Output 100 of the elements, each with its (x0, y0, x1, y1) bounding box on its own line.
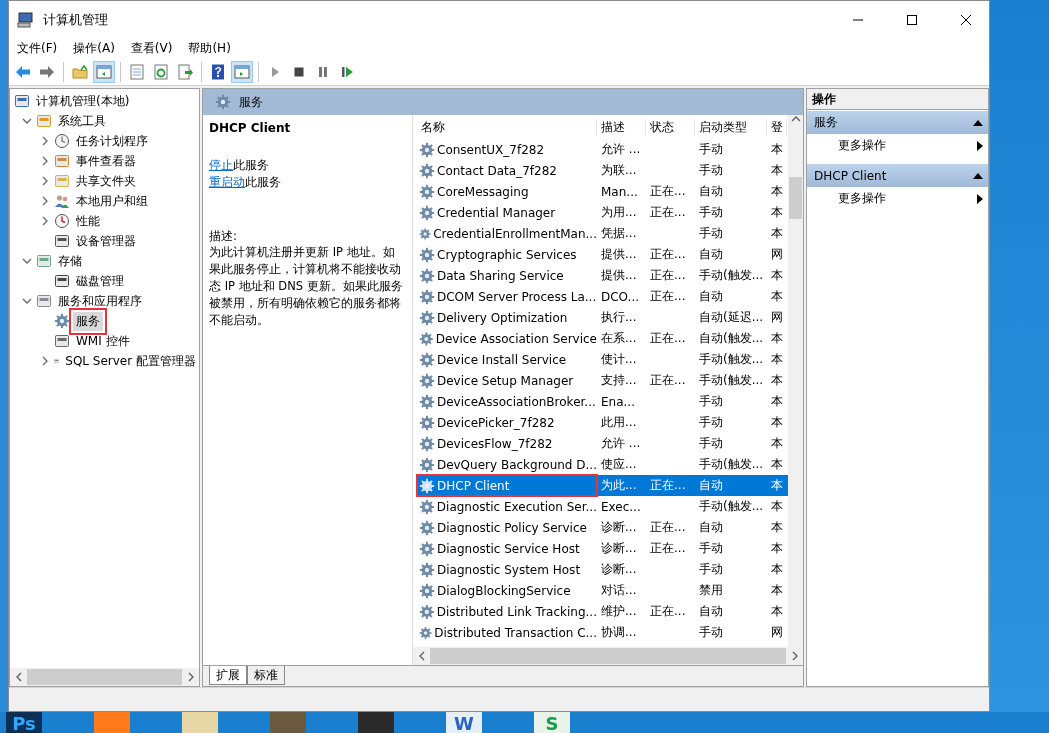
service-action-link[interactable]: 停止 (209, 158, 233, 172)
service-row[interactable]: Diagnostic System Host 诊断... 手动 本 (417, 559, 788, 580)
table-cell: 手动 (699, 394, 723, 408)
gauge-icon (54, 213, 70, 229)
tree-item[interactable]: 设备管理器 (73, 231, 139, 251)
service-row[interactable]: Diagnostic Service Host 诊断... 正在... 手动 本 (417, 538, 788, 559)
tree-item[interactable]: 性能 (73, 211, 103, 231)
service-row[interactable]: Delivery Optimization 执行... 自动(延迟... 网 (417, 307, 788, 328)
taskbar-app-icon[interactable]: W (446, 712, 482, 733)
view-tab[interactable]: 标准 (247, 666, 285, 685)
column-header[interactable]: 描述 (597, 118, 646, 136)
scroll-left-icon[interactable] (417, 651, 426, 661)
tree-item[interactable]: WMI 控件 (73, 331, 133, 351)
service-row[interactable]: CoreMessaging Man... 正在... 自动 本 (417, 181, 788, 202)
view-tab[interactable]: 扩展 (209, 666, 247, 685)
tree-item[interactable]: SQL Server 配置管理器 (62, 351, 199, 371)
column-header[interactable]: 名称 (417, 118, 597, 136)
service-row[interactable]: Distributed Link Tracking... 维护... 正在... 自动 本 (417, 601, 788, 622)
service-row[interactable]: Data Sharing Service 提供... 正在... 手动(触发... 本 (417, 265, 788, 286)
service-row[interactable]: Device Setup Manager 支持... 正在... 手动(触发... 本 (417, 370, 788, 391)
users-icon (54, 193, 70, 209)
table-cell: 手动 (699, 226, 723, 240)
service-row[interactable]: Diagnostic Policy Service 诊断... 正在... 自动 本 (417, 517, 788, 538)
service-name: DevQuery Background D... (436, 457, 597, 472)
service-row[interactable]: CredentialEnrollmentMan... 凭据... 手动 本 (417, 223, 788, 244)
table-cell: 自动 (699, 478, 723, 492)
tree-item[interactable]: 事件查看器 (73, 151, 139, 171)
service-row[interactable]: Device Install Service 使计... 手动(触发... 本 (417, 349, 788, 370)
gear-icon (419, 330, 434, 347)
menu-item[interactable]: 操作(A) (73, 39, 115, 57)
service-name: Distributed Link Tracking... (436, 604, 597, 619)
action-section-header[interactable]: 服务 (807, 111, 988, 134)
chevron-right-icon[interactable] (40, 136, 50, 146)
vertical-scrollbar[interactable] (788, 115, 803, 647)
service-row[interactable]: DevQuery Background D... 使应... 手动(触发... 本 (417, 454, 788, 475)
tree-item[interactable]: 计算机管理(本地) (33, 91, 133, 111)
horizontal-scrollbar[interactable] (10, 668, 199, 686)
chevron-down-icon[interactable] (22, 296, 32, 306)
scroll-right-icon[interactable] (186, 672, 195, 682)
service-action-link[interactable]: 重启动 (209, 175, 245, 189)
menu-item[interactable]: 帮助(H) (188, 39, 231, 57)
chevron-right-icon[interactable] (40, 216, 50, 226)
column-header[interactable]: 状态 (646, 118, 695, 136)
table-cell: 支持... (601, 373, 637, 387)
table-cell: 手动(触发... (699, 352, 764, 366)
tree-item[interactable]: 任务计划程序 (73, 131, 151, 151)
scroll-left-icon[interactable] (14, 672, 23, 682)
scrollbar-thumb[interactable] (789, 177, 802, 219)
chevron-down-icon[interactable] (22, 116, 32, 126)
table-cell: 允许 ... (601, 142, 641, 156)
chevron-down-icon[interactable] (22, 256, 32, 266)
link-suffix: 此服务 (245, 175, 281, 189)
table-cell: 执行... (601, 310, 637, 324)
taskbar-app-icon[interactable]: Ps (6, 712, 42, 733)
scroll-right-icon[interactable] (790, 651, 799, 661)
menu-item[interactable]: 文件(F) (17, 39, 58, 57)
table-cell: 本 (771, 457, 783, 471)
tree-item[interactable]: 磁盘管理 (73, 271, 127, 291)
table-cell: 手动(触发... (699, 373, 764, 387)
service-row[interactable]: Device Association Service 在系... 正在... 自动(触发... 本 (417, 328, 788, 349)
submenu-arrow-icon (977, 193, 983, 204)
collapse-icon (973, 119, 983, 126)
service-row[interactable]: DHCP Client 为此... 正在... 自动 本 (417, 475, 788, 496)
service-row[interactable]: DCOM Server Process La... DCO... 正在... 自动 本 (417, 286, 788, 307)
horizontal-scrollbar[interactable] (413, 647, 803, 665)
service-row[interactable]: Distributed Transaction C... 协调... 手动 网 (417, 622, 788, 643)
share-icon (54, 173, 70, 189)
table-cell: 本 (771, 499, 783, 513)
tree-item[interactable]: 存储 (55, 251, 85, 271)
table-cell: 凭据... (601, 226, 637, 240)
tree-item[interactable]: 服务和应用程序 (55, 291, 145, 311)
chevron-right-icon[interactable] (40, 176, 50, 186)
menu-item[interactable]: 查看(V) (130, 39, 173, 57)
service-row[interactable]: DevicePicker_7f282 此用... 手动 本 (417, 412, 788, 433)
column-header[interactable]: 登 (767, 118, 787, 136)
chevron-right-icon[interactable] (40, 196, 50, 206)
service-row[interactable]: DevicesFlow_7f282 允许 ... 手动 本 (417, 433, 788, 454)
service-row[interactable]: Cryptographic Services 提供... 正在... 自动 网 (417, 244, 788, 265)
column-header[interactable]: 启动类型 (695, 118, 767, 136)
table-cell: 本 (771, 268, 783, 282)
service-row[interactable]: Credential Manager 为用... 正在... 手动 本 (417, 202, 788, 223)
table-cell: 使应... (601, 457, 637, 471)
tree-item[interactable]: 系统工具 (55, 111, 109, 131)
service-row[interactable]: DialogBlockingService 对话... 禁用 本 (417, 580, 788, 601)
help-icon (209, 62, 227, 81)
service-row[interactable]: Diagnostic Execution Ser... Exec... 手动(触发... 本 (417, 496, 788, 517)
tree-item[interactable]: 本地用户和组 (73, 191, 151, 211)
service-row[interactable]: Contact Data_7f282 为联... 手动 本 (417, 160, 788, 181)
service-row[interactable]: ConsentUX_7f282 允许 ... 手动 本 (417, 139, 788, 160)
tree-item[interactable]: 共享文件夹 (73, 171, 139, 191)
chevron-right-icon[interactable] (40, 356, 50, 366)
table-cell: 本 (771, 604, 783, 618)
service-row[interactable]: DeviceAssociationBroker... Ena... 手动 本 (417, 391, 788, 412)
table-cell: 正在... (650, 520, 686, 534)
table-cell: 维护... (601, 604, 637, 618)
action-item[interactable]: 更多操作 (807, 187, 988, 210)
chevron-right-icon[interactable] (40, 156, 50, 166)
action-item[interactable]: 更多操作 (807, 134, 988, 157)
maximize-icon (906, 13, 918, 26)
action-section-header[interactable]: DHCP Client (807, 164, 988, 187)
